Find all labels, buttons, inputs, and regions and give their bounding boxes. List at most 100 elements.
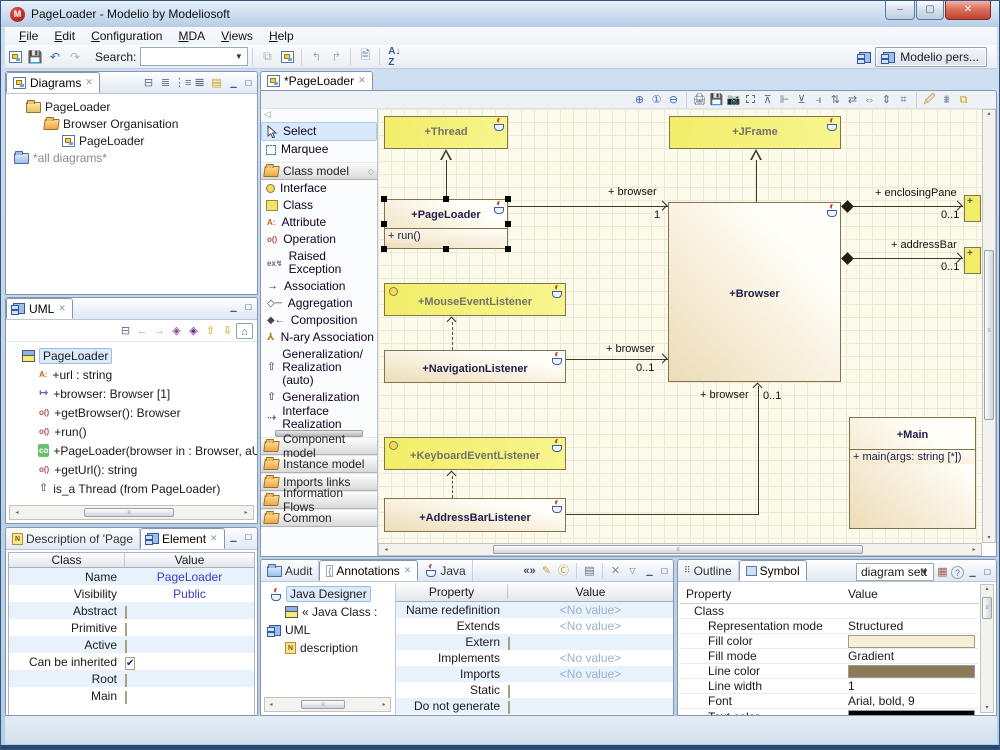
scroll-left-icon[interactable]: ◂ xyxy=(379,546,393,553)
selection-handle[interactable] xyxy=(505,246,511,252)
color-swatch[interactable] xyxy=(848,665,975,678)
print-icon[interactable]: 🖨 xyxy=(691,92,708,108)
interface-realization-link[interactable] xyxy=(452,322,453,350)
tree-item[interactable]: co +PageLoader(browser in : Browser, aUr… xyxy=(6,441,257,460)
collapse-all-icon[interactable]: ⊟ xyxy=(140,75,157,91)
menu-edit[interactable]: Edit xyxy=(46,28,83,44)
palette-item-interface[interactable]: Interface xyxy=(261,180,377,197)
align-top-icon[interactable]: ⊼ xyxy=(759,92,776,108)
checkbox[interactable] xyxy=(125,674,127,687)
annotations-tree-scrollbar[interactable]: ◂ ≡ ▸ xyxy=(264,697,391,712)
property-row[interactable]: Visibility Public xyxy=(9,585,254,602)
tab-outline[interactable]: ⠿ Outline xyxy=(678,560,739,581)
property-row[interactable]: Fill mode Gradient xyxy=(680,649,979,664)
class-navigationlistener[interactable]: +NavigationListener xyxy=(384,350,566,383)
add-stereotype-icon[interactable]: «» xyxy=(521,563,538,579)
association-link[interactable] xyxy=(508,206,668,207)
minimize-view-icon[interactable]: ▁ xyxy=(643,565,656,577)
tab-editor-pageloader[interactable]: *PageLoader ✕ xyxy=(260,71,373,90)
title-bar[interactable]: M PageLoader - Modelio by Modeliosoft – … xyxy=(1,1,999,27)
canvas-vertical-scrollbar[interactable]: ▴ ≡ ▾ xyxy=(982,109,996,543)
palette-item-marquee[interactable]: Marquee xyxy=(261,141,377,158)
property-row[interactable]: Do not generate xyxy=(396,698,673,714)
property-row[interactable]: Root xyxy=(9,670,254,687)
menu-mda[interactable]: MDA xyxy=(170,28,213,44)
palette-item-interface-realization[interactable]: ⇢ Interface Realization xyxy=(261,406,377,430)
select-area-icon[interactable] xyxy=(742,92,759,108)
tree-item[interactable]: PageLoader xyxy=(6,132,257,149)
tree-item-selected[interactable]: Java Designer xyxy=(261,585,395,603)
menu-file[interactable]: File xyxy=(11,28,46,44)
class-keyboardeventlistener[interactable]: +KeyboardEventListener xyxy=(384,437,566,470)
sort-tree-icon[interactable]: ⋮≡ xyxy=(174,75,191,91)
scroll-left-icon[interactable]: ◂ xyxy=(265,701,277,708)
collapse-all-icon[interactable]: ⊟ xyxy=(117,323,134,339)
property-row[interactable]: Name redefinition <No value> xyxy=(396,602,673,618)
canvas-horizontal-scrollbar[interactable]: ◂ ≡ ▸ xyxy=(378,543,982,556)
property-row[interactable]: Implements <No value> xyxy=(396,650,673,666)
scroll-down-icon[interactable]: ▾ xyxy=(981,704,993,711)
palette-item-nary-association[interactable]: ⅄ N-ary Association xyxy=(261,329,377,346)
same-height-icon[interactable]: ⇕ xyxy=(878,92,895,108)
fit-grid-icon[interactable]: ⌗ xyxy=(895,92,912,108)
menu-views[interactable]: Views xyxy=(213,28,261,44)
tab-diagrams[interactable]: Diagrams ✕ xyxy=(6,72,100,93)
association-link[interactable] xyxy=(566,514,759,515)
column-header-value[interactable]: Value xyxy=(848,587,979,601)
property-row[interactable]: Main xyxy=(9,687,254,704)
uml-horizontal-scrollbar[interactable]: ◂ ≡ ▸ xyxy=(9,505,254,520)
tab-java[interactable]: Java xyxy=(418,560,472,581)
undo-icon[interactable]: ↶ xyxy=(45,48,65,66)
move-down-icon[interactable]: ⇩ xyxy=(219,323,236,339)
tree-item[interactable]: o() +getUrl(): string xyxy=(6,460,257,479)
property-row[interactable]: Can be inherited xyxy=(9,653,254,670)
checkbox[interactable] xyxy=(508,701,510,714)
palette-section-information-flows[interactable]: Information Flows xyxy=(261,491,377,509)
grid-icon[interactable]: ⩩ xyxy=(938,92,955,108)
tree-item[interactable]: UML xyxy=(261,621,395,639)
distribute-v-icon[interactable]: ⇅ xyxy=(827,92,844,108)
menu-help[interactable]: Help xyxy=(261,28,302,44)
align-right-icon[interactable]: ⫣ xyxy=(810,92,827,108)
tab-annotations[interactable]: { Annotations ✕ xyxy=(319,560,418,581)
filter-tree-icon[interactable]: 𝌆 xyxy=(191,75,208,91)
property-row[interactable]: Name PageLoader xyxy=(9,568,254,585)
tab-uml[interactable]: UML ✕ xyxy=(6,298,73,319)
view-menu-icon[interactable]: ▽ xyxy=(624,563,641,579)
selection-handle[interactable] xyxy=(381,196,387,202)
class-jframe[interactable]: +JFrame xyxy=(669,116,841,149)
align-bottom-icon[interactable]: ⊻ xyxy=(793,92,810,108)
property-row[interactable]: Line color xyxy=(680,664,979,679)
property-row[interactable]: Font Arial, bold, 9 xyxy=(680,694,979,709)
property-row[interactable]: Class xyxy=(680,604,979,619)
move-up-icon[interactable]: ⇧ xyxy=(202,323,219,339)
palette-item-association[interactable]: → Association xyxy=(261,278,377,295)
property-row[interactable]: Extern xyxy=(396,634,673,650)
checkbox[interactable] xyxy=(125,623,127,636)
column-header-value[interactable]: Value xyxy=(125,553,254,567)
open-diagram-icon[interactable] xyxy=(277,48,297,66)
tree-item-selected[interactable]: PageLoader xyxy=(6,346,257,365)
open-perspective-icon[interactable] xyxy=(855,48,875,66)
minimize-view-icon[interactable]: ▁ xyxy=(227,77,240,89)
selection-handle[interactable] xyxy=(505,221,511,227)
maximize-view-icon[interactable]: ☐ xyxy=(981,566,994,578)
close-tab-icon[interactable]: ✕ xyxy=(210,533,218,544)
add-note-icon[interactable]: ✎ xyxy=(538,563,555,579)
scroll-left-icon[interactable]: ◂ xyxy=(10,509,24,516)
palette-item-select[interactable]: Select xyxy=(261,122,377,141)
table-edit-icon[interactable]: ▦ xyxy=(934,564,951,580)
maximize-view-icon[interactable]: ☐ xyxy=(242,301,255,313)
minimize-button[interactable]: – xyxy=(885,1,915,20)
home-icon[interactable]: ⌂ xyxy=(236,323,253,339)
column-header-property[interactable]: Property xyxy=(396,585,508,599)
palette-item-generalization-auto[interactable]: ⇧ Generalization/ Realization (auto) xyxy=(261,346,377,389)
palette-item-operation[interactable]: o() Operation xyxy=(261,231,377,248)
palette-collapse-icon[interactable]: ◁ xyxy=(261,109,377,122)
minimize-view-icon[interactable]: ▁ xyxy=(227,531,240,543)
property-row[interactable]: Extends <No value> xyxy=(396,618,673,634)
scroll-up-icon[interactable]: ▴ xyxy=(981,585,993,592)
zoom-out-icon[interactable]: ⊖ xyxy=(665,92,682,108)
redo-icon[interactable]: ↷ xyxy=(65,48,85,66)
edit-icon[interactable]: ▤ xyxy=(581,563,598,579)
